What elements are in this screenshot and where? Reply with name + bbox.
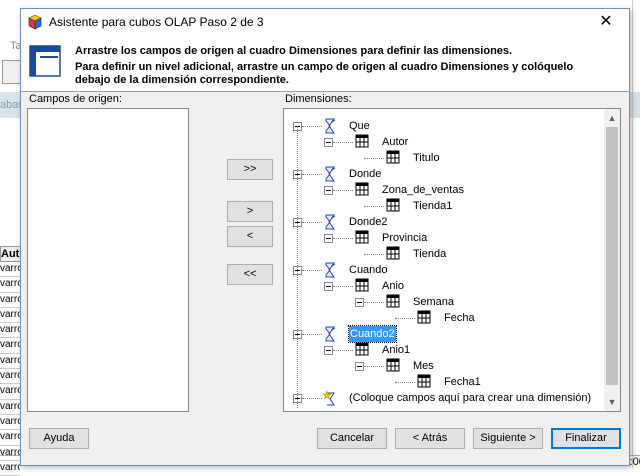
- tree-node-label[interactable]: Zona_de_ventas: [382, 182, 464, 198]
- dimension-icon: [323, 166, 337, 182]
- remove-button[interactable]: <: [227, 226, 273, 247]
- level-table-icon: [354, 182, 370, 196]
- background-column-header: Aut: [0, 246, 22, 262]
- tree-node-label[interactable]: (Coloque campos aquí para crear una dime…: [349, 390, 591, 406]
- background-row: varro: [0, 293, 20, 308]
- level-table-icon: [385, 294, 401, 308]
- tree-node-label[interactable]: Cuando2: [348, 325, 397, 343]
- tree-node-label[interactable]: Titulo: [413, 150, 440, 166]
- scroll-up-icon[interactable]: ▲: [604, 110, 620, 126]
- tree-node-label[interactable]: Tienda1: [413, 198, 452, 214]
- tree-node-label[interactable]: Cuando: [349, 262, 388, 278]
- tree-node-label[interactable]: Fecha: [444, 310, 475, 326]
- tree-node-label[interactable]: Fecha1: [444, 374, 481, 390]
- add-button[interactable]: >: [227, 201, 273, 222]
- tree-node-label[interactable]: Anio1: [382, 342, 410, 358]
- level-table-icon: [354, 134, 370, 148]
- background-row: varro: [0, 308, 20, 324]
- wizard-dimension-icon: [29, 45, 61, 77]
- tree-node-label[interactable]: Tienda: [413, 246, 446, 262]
- tree-node-label[interactable]: Que: [349, 118, 370, 134]
- tree-node-label[interactable]: Donde: [349, 166, 381, 182]
- background-row: varro: [0, 400, 20, 415]
- background-row: varro: [0, 384, 20, 400]
- dimension-icon: [323, 262, 337, 278]
- remove-all-button[interactable]: <<: [227, 264, 273, 285]
- background-rows: varrovarrovarrovarrovarrovarrovarrovarro…: [0, 262, 20, 476]
- background-row: varro: [0, 277, 20, 293]
- tree-node-label[interactable]: Anio: [382, 278, 404, 294]
- background-row: varro: [0, 354, 20, 370]
- tree-node-label[interactable]: Donde2: [349, 214, 388, 230]
- background-row: varro: [0, 323, 20, 339]
- add-all-button[interactable]: >>: [227, 159, 273, 180]
- collapse-icon[interactable]: [324, 282, 333, 291]
- olap-wizard-dialog: Asistente para cubos OLAP Paso 2 de 3 ✕ …: [20, 8, 630, 466]
- level-table-icon: [354, 230, 370, 244]
- tree-node-label[interactable]: Semana: [413, 294, 454, 310]
- level-table-icon: [385, 358, 401, 372]
- collapse-icon[interactable]: [355, 298, 364, 307]
- collapse-icon[interactable]: [324, 186, 333, 195]
- background-row: varro: [0, 415, 20, 431]
- source-fields-label: Campos de origen:: [29, 93, 122, 105]
- instructions-header: Arrastre los campos de origen al cuadro …: [21, 35, 629, 92]
- dialog-title: Asistente para cubos OLAP Paso 2 de 3: [49, 15, 264, 29]
- close-button[interactable]: ✕: [587, 11, 625, 33]
- dimensions-label: Dimensiones:: [285, 93, 352, 105]
- collapse-icon[interactable]: [355, 362, 364, 371]
- dimensions-tree[interactable]: ▲ ▼ Que Autor Titulo Donde Zona_de_ventas Tie…: [283, 108, 621, 412]
- cancel-button[interactable]: Cancelar: [317, 428, 387, 449]
- back-button[interactable]: < Atrás: [395, 428, 465, 449]
- collapse-icon[interactable]: [324, 138, 333, 147]
- collapse-icon[interactable]: [324, 346, 333, 355]
- background-row: varro: [0, 369, 20, 385]
- new-dimension-icon: [323, 390, 337, 406]
- level-table-icon: [416, 310, 432, 324]
- background-row: varro: [0, 338, 20, 354]
- scroll-down-icon[interactable]: ▼: [604, 394, 620, 410]
- header-line-3: debajo de la dimensión correspondiente.: [75, 74, 289, 86]
- tree-node-label[interactable]: Autor: [382, 134, 408, 150]
- tree-scrollbar[interactable]: ▲ ▼: [604, 109, 620, 411]
- title-bar[interactable]: Asistente para cubos OLAP Paso 2 de 3 ✕: [21, 9, 629, 35]
- dimension-icon: [323, 118, 337, 134]
- level-table-icon: [385, 150, 401, 164]
- source-fields-list[interactable]: [27, 108, 189, 412]
- level-table-icon: [354, 342, 370, 356]
- background-row: varro: [0, 262, 20, 278]
- background-row: varro: [0, 430, 20, 446]
- next-button[interactable]: Siguiente >: [473, 428, 543, 449]
- help-button[interactable]: Ayuda: [29, 428, 89, 449]
- level-table-icon: [416, 374, 432, 388]
- tree-node-label[interactable]: Provincia: [382, 230, 427, 246]
- tree-node-label[interactable]: Mes: [413, 358, 434, 374]
- finish-button[interactable]: Finalizar: [551, 428, 621, 449]
- scroll-thumb[interactable]: [606, 127, 618, 385]
- level-table-icon: [385, 198, 401, 212]
- dimension-icon: [323, 214, 337, 230]
- level-table-icon: [354, 278, 370, 292]
- header-line-1: Arrastre los campos de origen al cuadro …: [75, 45, 513, 57]
- collapse-icon[interactable]: [324, 234, 333, 243]
- level-table-icon: [385, 246, 401, 260]
- olap-cube-icon: [27, 14, 43, 30]
- header-line-2: Para definir un nivel adicional, arrastr…: [75, 61, 574, 73]
- dimension-icon: [323, 326, 337, 342]
